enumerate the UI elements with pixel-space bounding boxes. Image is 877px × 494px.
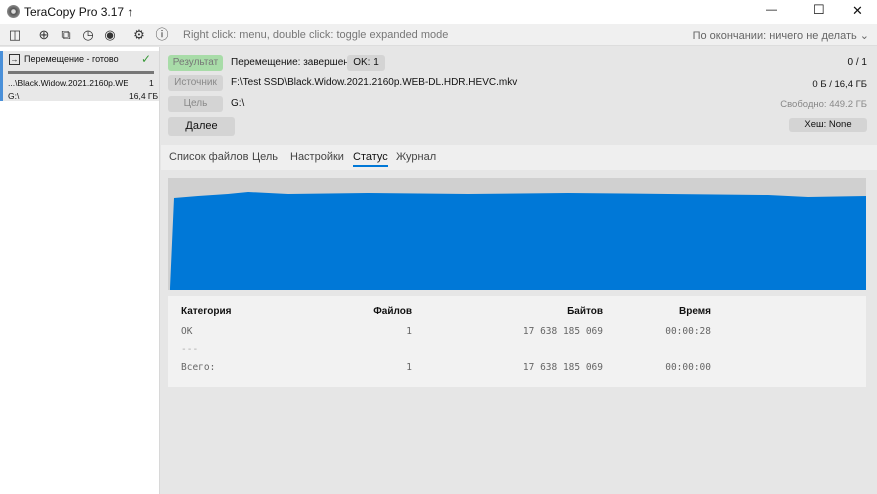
toolbar-hint: Right click: menu, double click: toggle … [183, 29, 449, 41]
info-icon[interactable]: ⓘ [154, 27, 170, 43]
tab-settings[interactable]: Настройки [290, 151, 344, 163]
job-count: 1 [149, 78, 154, 88]
move-icon: → [9, 54, 20, 65]
free-space: Свободно: 449.2 ГБ [780, 99, 867, 110]
toolbar: ◫ ⊕ ⧉ ◷ ◉ ⚙ ⓘ Right click: menu, double … [0, 24, 877, 46]
result-text: Перемещение: завершено [231, 57, 355, 68]
tab-file-list[interactable]: Список файлов [169, 151, 248, 163]
gear-icon[interactable]: ⚙ [131, 27, 147, 43]
ok-badge[interactable]: OK: 1 [347, 55, 385, 71]
source-path: F:\Test SSD\Black.Widow.2021.2160p.WEB-D… [231, 77, 518, 88]
row-total-time: 00:00:00 [665, 362, 711, 373]
maximize-button[interactable]: ☐ [813, 2, 825, 18]
row-ok-category: OK [181, 326, 193, 337]
next-button[interactable]: Далее [168, 117, 235, 136]
chevron-down-icon: ⌄ [859, 30, 869, 42]
history-icon[interactable]: ◷ [80, 27, 96, 43]
minimize-button[interactable]: — [766, 4, 777, 16]
job-target: G:\ [8, 91, 20, 101]
bytes-progress: 0 Б / 16,4 ГБ [812, 79, 867, 90]
source-label: Источник [168, 75, 223, 91]
on-finish-dropdown[interactable]: По окончании: ничего не делать ⌄ [693, 29, 869, 42]
check-icon: ✓ [141, 52, 152, 66]
status-table: Категория Файлов Байтов Время OK 1 17 63… [168, 296, 866, 387]
copy-icon[interactable]: ⧉ [58, 27, 74, 43]
job-title: Перемещение - готово [24, 54, 119, 64]
job-file: ...\Black.Widow.2021.2160p.WEI [8, 78, 128, 88]
tab-target[interactable]: Цель [252, 151, 278, 163]
row-total-files: 1 [406, 362, 412, 373]
sidebar-toggle-icon[interactable]: ◫ [7, 27, 23, 43]
header-bytes: Байтов [567, 306, 603, 317]
row-separator: --- [181, 344, 199, 355]
row-ok-time: 00:00:28 [665, 326, 711, 337]
on-finish-label: По окончании: ничего не делать [692, 30, 857, 42]
row-total-bytes: 17 638 185 069 [522, 362, 603, 373]
speed-graph [168, 178, 866, 290]
header-category: Категория [181, 306, 232, 317]
header-files: Файлов [373, 306, 412, 317]
target-label: Цель [168, 96, 223, 112]
speed-graph-area [170, 192, 866, 290]
row-total-category: Всего: [181, 362, 216, 373]
row-ok-bytes: 17 638 185 069 [522, 326, 603, 337]
app-logo-icon [7, 5, 20, 18]
result-label: Результат [168, 55, 223, 71]
tab-log[interactable]: Журнал [396, 151, 436, 163]
add-icon[interactable]: ⊕ [36, 27, 52, 43]
job-size: 16,4 ГБ [129, 91, 159, 101]
job-item[interactable]: → Перемещение - готово ✓ ...\Black.Widow… [0, 51, 159, 101]
hash-button[interactable]: Хеш: None [789, 118, 867, 132]
target-path: G:\ [231, 98, 245, 109]
tab-status[interactable]: Статус [353, 151, 388, 167]
sidebar: → Перемещение - готово ✓ ...\Black.Widow… [0, 47, 160, 494]
job-progress-bar [8, 71, 154, 74]
files-progress: 0 / 1 [847, 57, 867, 68]
close-button[interactable]: ✕ [852, 3, 863, 19]
window-title: TeraCopy Pro 3.17 ↑ [24, 5, 134, 19]
account-icon[interactable]: ◉ [102, 27, 118, 43]
title-bar: TeraCopy Pro 3.17 ↑ — ☐ ✕ [0, 0, 877, 24]
row-ok-files: 1 [406, 326, 412, 337]
header-time: Время [679, 306, 711, 317]
